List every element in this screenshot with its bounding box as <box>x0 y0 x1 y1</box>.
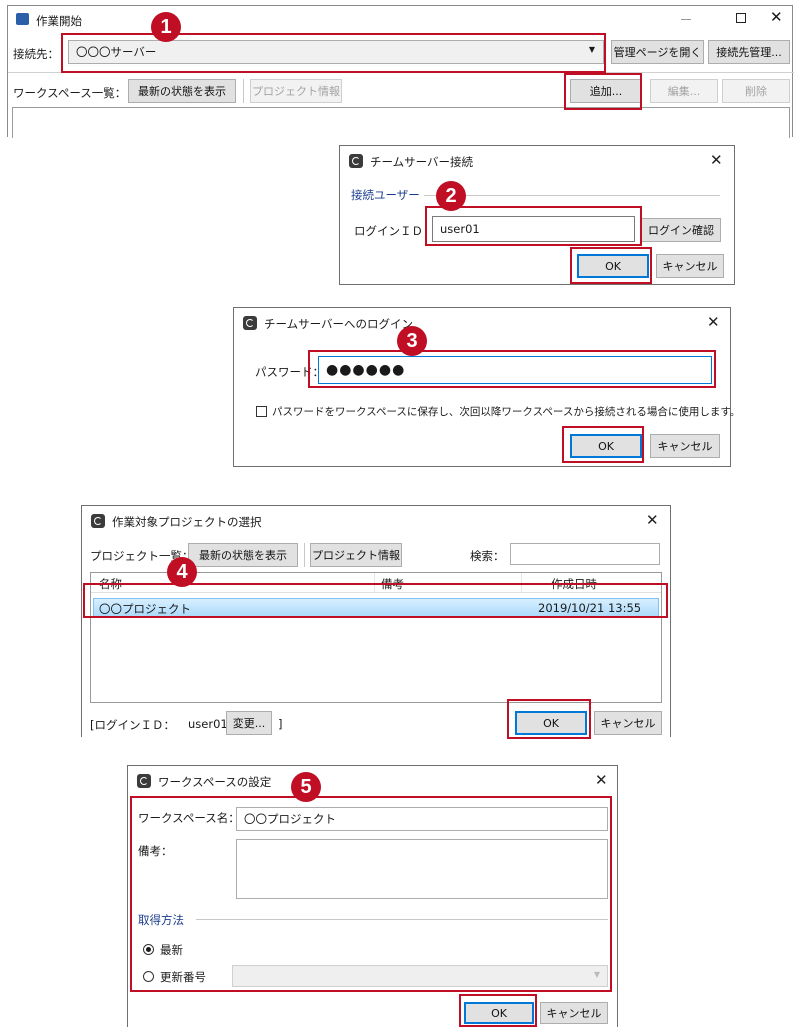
workspace-list-label: ワークスペース一覧： <box>13 86 127 100</box>
project-select-dialog: 作業対象プロジェクトの選択 ✕ プロジェクト一覧： 最新の状態を表示 プロジェク… <box>81 505 671 737</box>
cancel-button[interactable]: キャンセル <box>594 711 662 735</box>
workspace-dialog: ワークスペースの設定 ✕ ワークスペース名： 〇〇プロジェクト 備考： 取得方法… <box>127 765 618 1027</box>
refresh-button[interactable]: 最新の状態を表示 <box>188 543 298 567</box>
project-table: 名称 備考 作成日時 〇〇プロジェクト 2019/10/21 13:55 <box>90 572 662 703</box>
workspace-name-label: ワークスペース名： <box>138 811 240 825</box>
window-title: 作業開始 <box>36 14 82 28</box>
cancel-button[interactable]: キャンセル <box>650 434 720 458</box>
callout-1: 1 <box>151 12 181 42</box>
acquire-method-label: 取得方法 <box>138 913 184 927</box>
cancel-button[interactable]: キャンセル <box>540 1002 608 1024</box>
dialog-title: 作業対象プロジェクトの選択 <box>112 515 262 529</box>
minimize-icon[interactable] <box>681 19 691 20</box>
close-icon[interactable]: ✕ <box>707 313 720 331</box>
login-check-button[interactable]: ログイン確認 <box>641 218 721 242</box>
column-name[interactable]: 名称 <box>99 576 122 592</box>
table-row[interactable]: 〇〇プロジェクト 2019/10/21 13:55 <box>93 598 659 618</box>
dialog-title: ワークスペースの設定 <box>158 775 272 789</box>
team-server-dialog: チームサーバー接続 ✕ 接続ユーザー ログインＩＤ： user01 ログイン確認… <box>339 145 735 285</box>
revision-select[interactable]: ▼ <box>232 965 608 987</box>
project-info-button[interactable]: プロジェクト情報 <box>310 543 402 567</box>
close-icon[interactable]: ✕ <box>646 511 659 529</box>
divider <box>8 72 794 73</box>
ok-button[interactable]: OK <box>577 254 649 278</box>
radio-latest-label: 最新 <box>160 943 183 957</box>
row-created-date: 2019/10/21 13:55 <box>538 601 642 615</box>
callout-3: 3 <box>397 326 427 356</box>
app-icon <box>16 13 29 25</box>
open-admin-button[interactable]: 管理ページを開く <box>611 40 704 64</box>
close-icon[interactable]: ✕ <box>595 771 608 789</box>
password-input[interactable]: ●●●●●● <box>318 356 712 384</box>
dialog-title: チームサーバー接続 <box>370 155 474 169</box>
ok-button[interactable]: OK <box>464 1002 534 1024</box>
change-login-button[interactable]: 変更... <box>226 711 272 735</box>
ok-button[interactable]: OK <box>570 434 642 458</box>
close-icon[interactable]: ✕ <box>770 8 783 26</box>
server-select[interactable]: 〇〇〇サーバー ▼ <box>68 40 604 64</box>
app-logo-icon <box>137 774 151 788</box>
edit-button[interactable]: 編集... <box>650 79 718 103</box>
maximize-icon[interactable] <box>736 13 746 23</box>
chevron-down-icon: ▼ <box>593 970 600 979</box>
callout-5: 5 <box>291 772 321 802</box>
login-dialog: チームサーバーへのログイン ✕ パスワード： ●●●●●● パスワードをワークス… <box>233 307 740 467</box>
group-label: 接続ユーザー <box>351 188 420 202</box>
toolbar-separator <box>243 79 244 103</box>
search-input[interactable] <box>510 543 660 565</box>
chevron-down-icon: ▼ <box>588 45 595 54</box>
login-prefix: [ログインＩＤ： <box>90 718 175 732</box>
login-suffix: ] <box>278 717 283 731</box>
ok-button[interactable]: OK <box>515 711 587 735</box>
column-divider <box>521 573 522 593</box>
login-id-input[interactable]: user01 <box>432 216 635 242</box>
close-icon[interactable]: ✕ <box>710 151 723 169</box>
app-logo-icon <box>349 154 363 168</box>
toolbar-separator <box>304 543 305 567</box>
add-button[interactable]: 追加... <box>570 79 642 103</box>
password-label: パスワード： <box>255 365 324 379</box>
password-value: ●●●●●● <box>326 362 406 378</box>
row-project-name: 〇〇プロジェクト <box>99 602 191 616</box>
refresh-button[interactable]: 最新の状態を表示 <box>128 79 236 103</box>
callout-2: 2 <box>436 181 466 211</box>
workspace-list[interactable] <box>12 107 790 138</box>
callout-4: 4 <box>167 557 197 587</box>
column-divider <box>374 573 375 593</box>
workspace-name-input[interactable]: 〇〇プロジェクト <box>236 807 608 831</box>
login-user: user01 <box>188 717 228 731</box>
delete-button[interactable]: 削除 <box>722 79 790 103</box>
app-logo-icon <box>91 514 105 528</box>
project-info-button[interactable]: プロジェクト情報 <box>250 79 342 103</box>
radio-latest[interactable] <box>143 944 154 955</box>
note-textarea[interactable] <box>236 839 608 899</box>
connect-manage-button[interactable]: 接続先管理... <box>708 40 790 64</box>
radio-revision-label: 更新番号 <box>160 970 206 984</box>
column-created[interactable]: 作成日時 <box>551 576 597 592</box>
login-id-label: ログインＩＤ： <box>354 224 435 238</box>
group-rule <box>424 195 720 196</box>
cancel-button[interactable]: キャンセル <box>656 254 724 278</box>
search-label: 検索： <box>470 549 505 563</box>
main-window: 作業開始 ✕ 接続先： 〇〇〇サーバー ▼ 管理ページを開く 接続先管理... … <box>7 5 794 138</box>
dialog-title: チームサーバーへのログイン <box>264 317 414 331</box>
group-rule <box>196 919 608 920</box>
app-logo-icon <box>243 316 257 330</box>
save-password-label: パスワードをワークスペースに保存し、次回以降ワークスペースから接続される場合に使… <box>272 406 741 418</box>
server-value: 〇〇〇サーバー <box>76 45 157 59</box>
radio-revision[interactable] <box>143 971 154 982</box>
note-label: 備考： <box>138 844 173 858</box>
column-note[interactable]: 備考 <box>381 576 404 592</box>
save-password-checkbox[interactable] <box>256 406 267 417</box>
connect-label: 接続先： <box>13 47 59 61</box>
